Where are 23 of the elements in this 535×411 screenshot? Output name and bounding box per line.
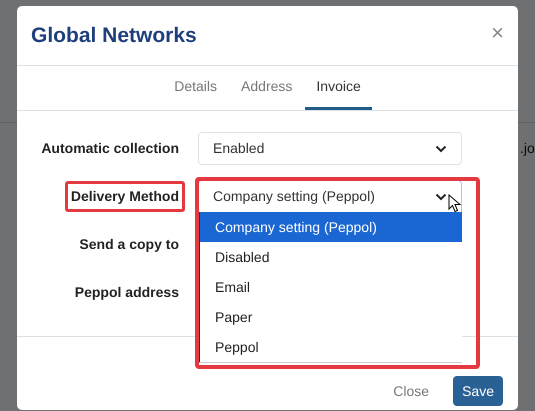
tab[interactable]: Address xyxy=(230,66,304,110)
dropdown-option[interactable]: Paper xyxy=(200,302,462,332)
select-value: Company setting (Peppol) xyxy=(213,187,375,206)
field-label: Automatic collection xyxy=(40,139,180,158)
chevron-down-icon xyxy=(435,144,447,152)
select-field[interactable]: Enabled xyxy=(198,132,462,165)
tab[interactable]: Invoice xyxy=(305,66,372,110)
field-label: Delivery Method xyxy=(64,181,185,212)
field-label: Peppol address xyxy=(74,283,180,302)
dropdown-option[interactable]: Peppol xyxy=(200,332,462,362)
tab[interactable]: Details xyxy=(163,66,228,110)
mouse-pointer-icon xyxy=(448,194,461,213)
save-button[interactable]: Save xyxy=(453,376,503,406)
dropdown-option[interactable]: Email xyxy=(200,272,462,302)
chevron-down-icon xyxy=(435,192,447,200)
background-text: .jo xyxy=(520,139,535,158)
close-button[interactable]: × xyxy=(491,22,504,44)
field-label: Send a copy to xyxy=(78,235,180,254)
select-value: Enabled xyxy=(213,139,264,158)
dropdown-option[interactable]: Company setting (Peppol) xyxy=(200,212,462,242)
dialog-title: Global Networks xyxy=(31,22,197,49)
dropdown-option[interactable]: Disabled xyxy=(200,242,462,272)
close-button[interactable]: Close xyxy=(389,376,434,406)
